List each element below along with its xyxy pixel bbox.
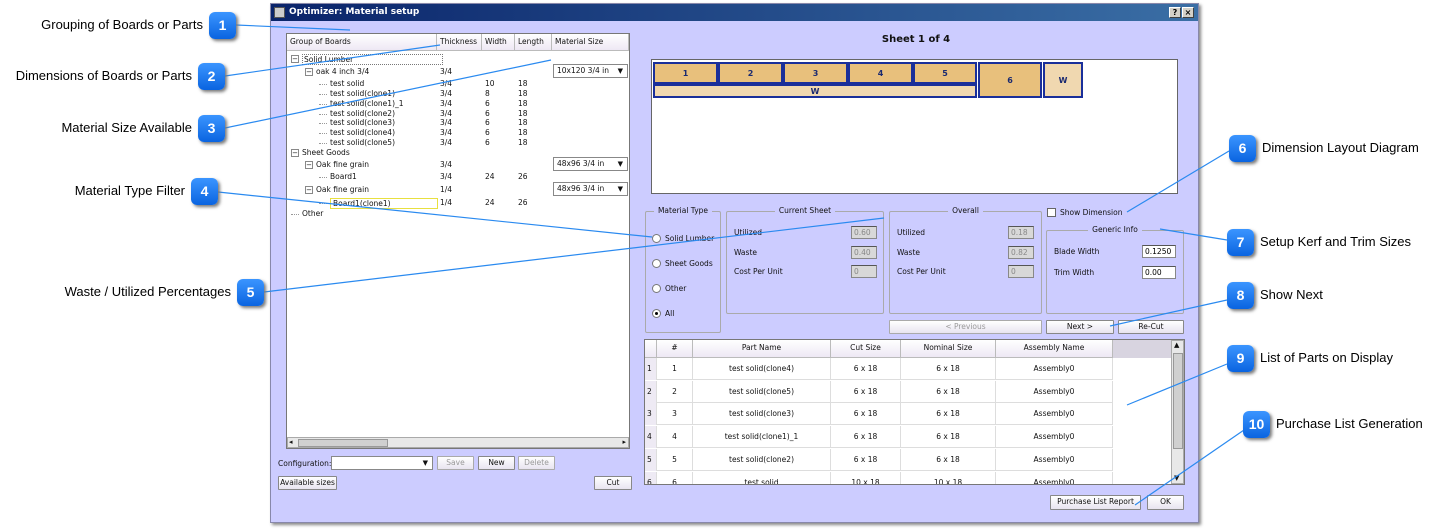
callout-label: Dimensions of Boards or Parts (15, 68, 192, 83)
callout-line-7 (1159, 228, 1228, 241)
callout-line-2 (224, 44, 441, 77)
callout-label: Dimension Layout Diagram (1262, 140, 1419, 155)
callout-badge-9: 9 (1227, 345, 1254, 372)
callout-line-6 (1126, 150, 1230, 213)
callout-badge-8: 8 (1227, 282, 1254, 309)
callout-line-10 (1134, 429, 1245, 506)
callout-label: Purchase List Generation (1276, 416, 1423, 431)
callout-badge-1: 1 (209, 12, 236, 39)
callout-line-3 (224, 59, 552, 129)
callout-badge-6: 6 (1229, 135, 1256, 162)
callout-badge-7: 7 (1227, 229, 1254, 256)
callout-line-9 (1126, 363, 1228, 406)
callout-line-1 (235, 24, 351, 31)
callout-label: Grouping of Boards or Parts (41, 17, 203, 32)
callout-label: Material Size Available (61, 120, 192, 135)
callout-badge-2: 2 (198, 63, 225, 90)
callout-label: Material Type Filter (74, 183, 185, 198)
callout-label: Setup Kerf and Trim Sizes (1260, 234, 1412, 249)
callout-label: Waste / Utilized Percentages (64, 284, 231, 299)
callout-label: Show Next (1260, 287, 1323, 302)
callout-line-4 (217, 191, 653, 238)
callout-badge-4: 4 (191, 178, 218, 205)
callout-line-8 (1109, 299, 1228, 327)
callout-label: List of Parts on Display (1260, 350, 1393, 365)
callout-badge-3: 3 (198, 115, 225, 142)
callout-badge-10: 10 (1243, 411, 1270, 438)
callout-badge-5: 5 (237, 279, 264, 306)
